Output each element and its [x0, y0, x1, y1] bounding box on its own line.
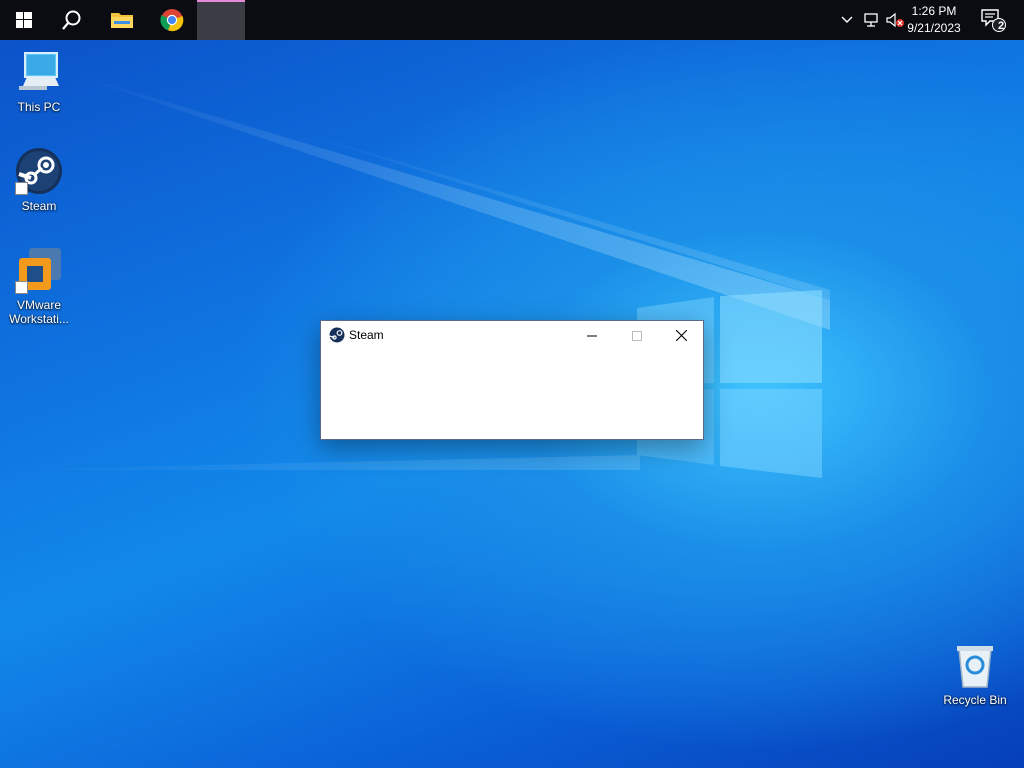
- maximize-button[interactable]: [614, 321, 659, 350]
- chevron-up-icon: [841, 16, 853, 23]
- desktop-icon-this-pc[interactable]: This PC: [1, 48, 77, 114]
- show-hidden-icons-button[interactable]: [838, 0, 856, 40]
- search-icon: [62, 10, 81, 30]
- network-icon: [864, 13, 878, 27]
- desktop-icon-label: Steam: [21, 199, 57, 213]
- taskbar-chrome[interactable]: [148, 0, 196, 40]
- shortcut-arrow-icon: [15, 182, 28, 195]
- taskbar-file-explorer[interactable]: [98, 0, 146, 40]
- minimize-button[interactable]: [569, 321, 614, 350]
- desktop-icon-label: VMware Workstati...: [9, 298, 69, 326]
- clock-time: 1:26 PM: [911, 4, 957, 18]
- search-button[interactable]: [48, 0, 96, 40]
- minimize-icon: [586, 335, 597, 336]
- title-bar[interactable]: Steam: [321, 321, 703, 350]
- close-button[interactable]: [659, 321, 704, 350]
- shortcut-arrow-icon: [15, 281, 28, 294]
- taskbar-active-window[interactable]: [197, 0, 245, 40]
- action-center-button[interactable]: 2: [976, 0, 1008, 40]
- desktop-icon-vmware[interactable]: VMware Workstati...: [1, 246, 77, 326]
- maximize-icon: [631, 330, 642, 341]
- start-button[interactable]: [0, 0, 48, 40]
- close-icon: [676, 330, 687, 341]
- chrome-icon: [160, 9, 184, 32]
- notification-count-badge: 2: [997, 20, 1005, 32]
- network-button[interactable]: [860, 0, 882, 40]
- clock[interactable]: 1:26 PM 9/21/2023: [899, 3, 969, 37]
- desktop-icon-recycle-bin[interactable]: Recycle Bin: [937, 641, 1013, 707]
- windows-logo-icon: [16, 12, 32, 28]
- folder-icon: [111, 13, 133, 28]
- steam-icon: [329, 327, 345, 343]
- desktop-icon-label: Recycle Bin: [943, 693, 1007, 707]
- window-content: [321, 350, 703, 439]
- taskbar: 1:26 PM 9/21/2023 2: [0, 0, 1024, 40]
- recycle-bin-icon: [957, 646, 993, 688]
- window-title: Steam: [349, 328, 384, 342]
- desktop-icon-label: This PC: [17, 100, 61, 114]
- desktop-icon-steam[interactable]: Steam: [1, 147, 77, 213]
- computer-icon: [19, 52, 59, 90]
- steam-window[interactable]: Steam: [320, 320, 704, 440]
- clock-date: 9/21/2023: [907, 21, 961, 35]
